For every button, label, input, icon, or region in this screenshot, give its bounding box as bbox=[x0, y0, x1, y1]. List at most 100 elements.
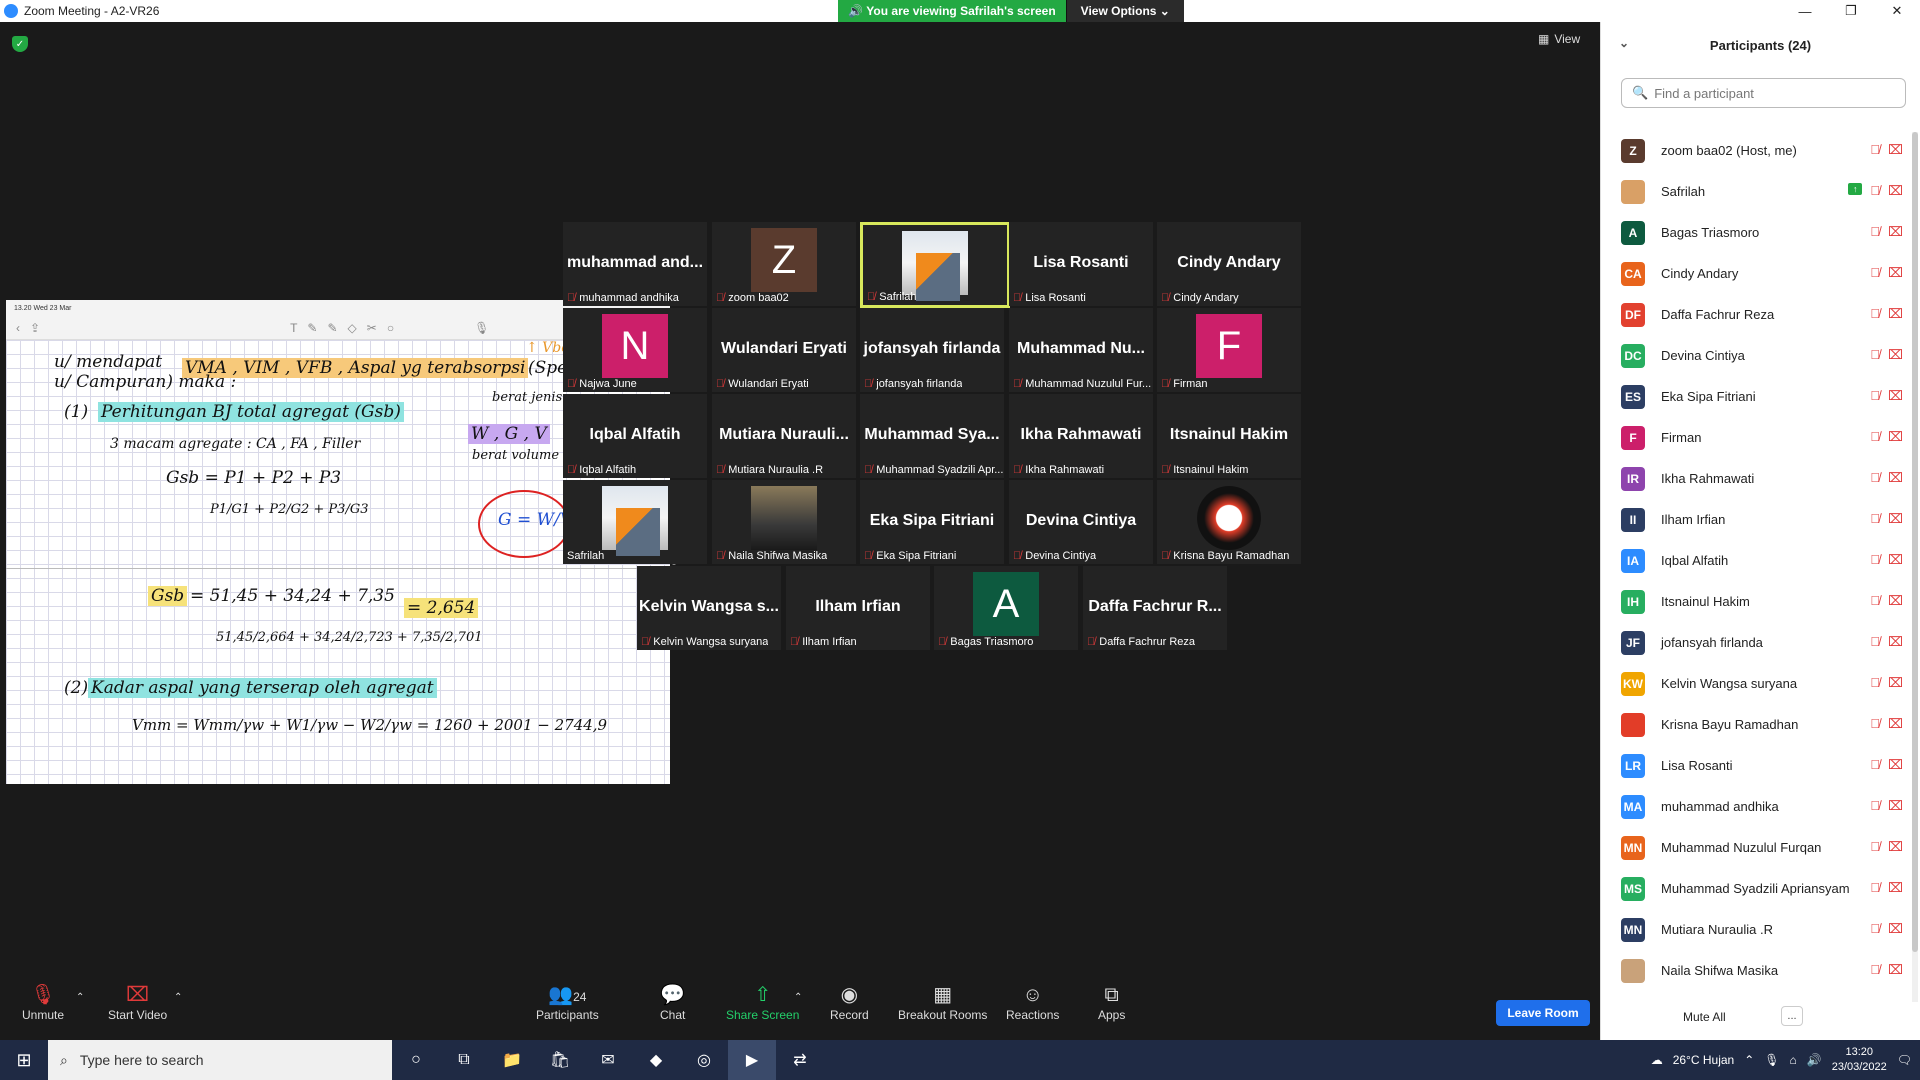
video-off-icon[interactable]: ⌧ bbox=[1888, 183, 1903, 199]
share-options-caret[interactable]: ⌃ bbox=[794, 992, 802, 1003]
participant-row[interactable]: F Firman 🎙̸ ⌧ bbox=[1601, 417, 1920, 458]
participant-row[interactable]: Zzoom baa02 (Host, me) 🎙̸ ⌧ bbox=[1601, 130, 1920, 171]
mic-muted-icon[interactable]: 🎙̸ bbox=[1870, 675, 1880, 691]
participants-button[interactable]: 👥24 Participants bbox=[536, 982, 599, 1022]
participant-row[interactable]: MS Muhammad Syadzili Apriansyam 🎙̸ ⌧ bbox=[1601, 868, 1920, 909]
participant-row[interactable]: MN Mutiara Nuraulia .R 🎙̸ ⌧ bbox=[1601, 909, 1920, 950]
video-tile[interactable]: F 🎙̸ Firman bbox=[1157, 308, 1301, 392]
video-off-icon[interactable]: ⌧ bbox=[1888, 716, 1903, 732]
windows-start-icon[interactable]: ⊞ bbox=[0, 1040, 48, 1080]
mic-muted-icon[interactable]: 🎙̸ bbox=[1870, 470, 1880, 486]
reactions-button[interactable]: ☺ Reactions bbox=[1006, 982, 1059, 1022]
participant-row[interactable]: KW Kelvin Wangsa suryana 🎙̸ ⌧ bbox=[1601, 663, 1920, 704]
video-tile[interactable]: Lisa Rosanti 🎙̸ Lisa Rosanti bbox=[1009, 222, 1153, 306]
close-button[interactable]: ✕ bbox=[1874, 0, 1920, 22]
cortana-icon[interactable]: ○ bbox=[392, 1040, 440, 1080]
video-tile[interactable]: Cindy Andary 🎙̸ Cindy Andary bbox=[1157, 222, 1301, 306]
minimize-button[interactable]: — bbox=[1782, 0, 1828, 22]
mic-muted-icon[interactable]: 🎙̸ bbox=[1870, 265, 1880, 281]
video-tile[interactable]: N 🎙̸ Najwa June bbox=[563, 308, 707, 392]
participant-row[interactable]: Krisna Bayu Ramadhan 🎙̸ ⌧ bbox=[1601, 704, 1920, 745]
participant-scrollbar[interactable] bbox=[1912, 132, 1918, 1002]
video-off-icon[interactable]: ⌧ bbox=[1888, 552, 1903, 568]
video-options-caret[interactable]: ⌃ bbox=[174, 992, 182, 1003]
unmute-button[interactable]: 🎙 Unmute bbox=[22, 982, 64, 1022]
mic-muted-icon[interactable]: 🎙̸ bbox=[1870, 962, 1880, 978]
video-off-icon[interactable]: ⌧ bbox=[1888, 839, 1903, 855]
video-tile[interactable]: Iqbal Alfatih 🎙̸ Iqbal Alfatih bbox=[563, 394, 707, 478]
mic-muted-icon[interactable]: 🎙̸ bbox=[1870, 429, 1880, 445]
clock[interactable]: 13:20 23/03/2022 bbox=[1832, 1045, 1887, 1075]
video-tile[interactable]: Ilham Irfian 🎙̸ Ilham Irfian bbox=[786, 566, 930, 650]
mic-muted-icon[interactable]: 🎙̸ bbox=[1870, 224, 1880, 240]
video-off-icon[interactable]: ⌧ bbox=[1888, 470, 1903, 486]
video-off-icon[interactable]: ⌧ bbox=[1888, 511, 1903, 527]
share-screen-button[interactable]: ⇧ Share Screen bbox=[726, 982, 799, 1022]
participant-row[interactable]: CA Cindy Andary 🎙̸ ⌧ bbox=[1601, 253, 1920, 294]
video-tile[interactable]: Wulandari Eryati 🎙̸ Wulandari Eryati bbox=[712, 308, 856, 392]
video-off-icon[interactable]: ⌧ bbox=[1888, 593, 1903, 609]
network-icon[interactable]: ⌂ bbox=[1790, 1053, 1797, 1067]
maximize-button[interactable]: ❐ bbox=[1828, 0, 1874, 22]
security-shield-icon[interactable]: ✓ bbox=[12, 36, 28, 52]
mail-icon[interactable]: ✉ bbox=[584, 1040, 632, 1080]
video-off-icon[interactable]: ⌧ bbox=[1888, 757, 1903, 773]
mic-muted-icon[interactable]: 🎙̸ bbox=[1870, 757, 1880, 773]
more-button[interactable]: ... bbox=[1781, 1006, 1803, 1026]
mic-muted-icon[interactable]: 🎙̸ bbox=[1870, 183, 1880, 199]
video-off-icon[interactable]: ⌧ bbox=[1888, 634, 1903, 650]
store-icon[interactable]: 🛍 bbox=[536, 1040, 584, 1080]
mute-all-button[interactable]: Mute All bbox=[1683, 1010, 1726, 1024]
video-off-icon[interactable]: ⌧ bbox=[1888, 798, 1903, 814]
video-tile[interactable]: Mutiara Nurauli... 🎙̸ Mutiara Nuraulia .R bbox=[712, 394, 856, 478]
chat-button[interactable]: 💬 Chat bbox=[660, 982, 685, 1022]
participant-row[interactable]: MA muhammad andhika 🎙̸ ⌧ bbox=[1601, 786, 1920, 827]
video-tile[interactable]: 🎙̸ Safrilah bbox=[860, 222, 1010, 308]
video-tile[interactable]: Itsnainul Hakim 🎙̸ Itsnainul Hakim bbox=[1157, 394, 1301, 478]
breakout-rooms-button[interactable]: ▦ Breakout Rooms bbox=[898, 982, 987, 1022]
task-view-icon[interactable]: ⧉ bbox=[440, 1040, 488, 1080]
participant-row[interactable]: IH Itsnainul Hakim 🎙̸ ⌧ bbox=[1601, 581, 1920, 622]
mic-muted-icon[interactable]: 🎙̸ bbox=[1870, 634, 1880, 650]
video-tile[interactable]: Muhammad Nu... 🎙̸ Muhammad Nuzulul Fur... bbox=[1009, 308, 1153, 392]
participant-row[interactable]: A Bagas Triasmoro 🎙̸ ⌧ bbox=[1601, 212, 1920, 253]
view-options-button[interactable]: View Options ⌄ bbox=[1065, 0, 1184, 22]
participant-search-input[interactable]: 🔍 Find a participant bbox=[1621, 78, 1906, 108]
file-explorer-icon[interactable]: 📁 bbox=[488, 1040, 536, 1080]
participant-row[interactable]: DF Daffa Fachrur Reza 🎙̸ ⌧ bbox=[1601, 294, 1920, 335]
mic-muted-icon[interactable]: 🎙̸ bbox=[1870, 593, 1880, 609]
tray-expand-icon[interactable]: ⌃ bbox=[1744, 1053, 1754, 1067]
mic-muted-icon[interactable]: 🎙̸ bbox=[1870, 880, 1880, 896]
mic-muted-icon[interactable]: 🎙̸ bbox=[1870, 552, 1880, 568]
participant-row[interactable]: II Ilham Irfian 🎙̸ ⌧ bbox=[1601, 499, 1920, 540]
mic-muted-icon[interactable]: 🎙̸ bbox=[1870, 511, 1880, 527]
start-video-button[interactable]: ⌧ Start Video bbox=[108, 982, 167, 1022]
video-off-icon[interactable]: ⌧ bbox=[1888, 142, 1903, 158]
video-off-icon[interactable]: ⌧ bbox=[1888, 224, 1903, 240]
mic-muted-icon[interactable]: 🎙̸ bbox=[1870, 716, 1880, 732]
video-tile[interactable]: jofansyah firlanda 🎙̸ jofansyah firlanda bbox=[860, 308, 1004, 392]
audio-options-caret[interactable]: ⌃ bbox=[76, 992, 84, 1003]
video-off-icon[interactable]: ⌧ bbox=[1888, 675, 1903, 691]
mic-muted-icon[interactable]: 🎙̸ bbox=[1870, 347, 1880, 363]
video-tile[interactable]: A 🎙̸ Bagas Triasmoro bbox=[934, 566, 1078, 650]
record-button[interactable]: ◉ Record bbox=[830, 982, 869, 1022]
participant-row[interactable]: IA Iqbal Alfatih 🎙̸ ⌧ bbox=[1601, 540, 1920, 581]
mic-muted-icon[interactable]: 🎙̸ bbox=[1870, 388, 1880, 404]
video-tile[interactable]: muhammad and... 🎙̸ muhammad andhika bbox=[563, 222, 707, 306]
volume-icon[interactable]: 🔊 bbox=[1807, 1053, 1822, 1067]
video-tile[interactable]: Ikha Rahmawati 🎙̸ Ikha Rahmawati bbox=[1009, 394, 1153, 478]
participant-row[interactable]: IR Ikha Rahmawati 🎙̸ ⌧ bbox=[1601, 458, 1920, 499]
teamviewer-icon[interactable]: ⇄ bbox=[776, 1040, 824, 1080]
participant-row[interactable]: LR Lisa Rosanti 🎙̸ ⌧ bbox=[1601, 745, 1920, 786]
video-off-icon[interactable]: ⌧ bbox=[1888, 921, 1903, 937]
chevron-down-icon[interactable]: ⌄ bbox=[1619, 36, 1629, 50]
app-icon[interactable]: ◆ bbox=[632, 1040, 680, 1080]
video-off-icon[interactable]: ⌧ bbox=[1888, 880, 1903, 896]
apps-button[interactable]: ⧉ Apps bbox=[1098, 982, 1125, 1022]
mic-muted-icon[interactable]: 🎙̸ bbox=[1870, 798, 1880, 814]
video-off-icon[interactable]: ⌧ bbox=[1888, 388, 1903, 404]
video-tile[interactable]: Daffa Fachrur R... 🎙̸ Daffa Fachrur Reza bbox=[1083, 566, 1227, 650]
video-off-icon[interactable]: ⌧ bbox=[1888, 306, 1903, 322]
mic-muted-icon[interactable]: 🎙̸ bbox=[1870, 142, 1880, 158]
